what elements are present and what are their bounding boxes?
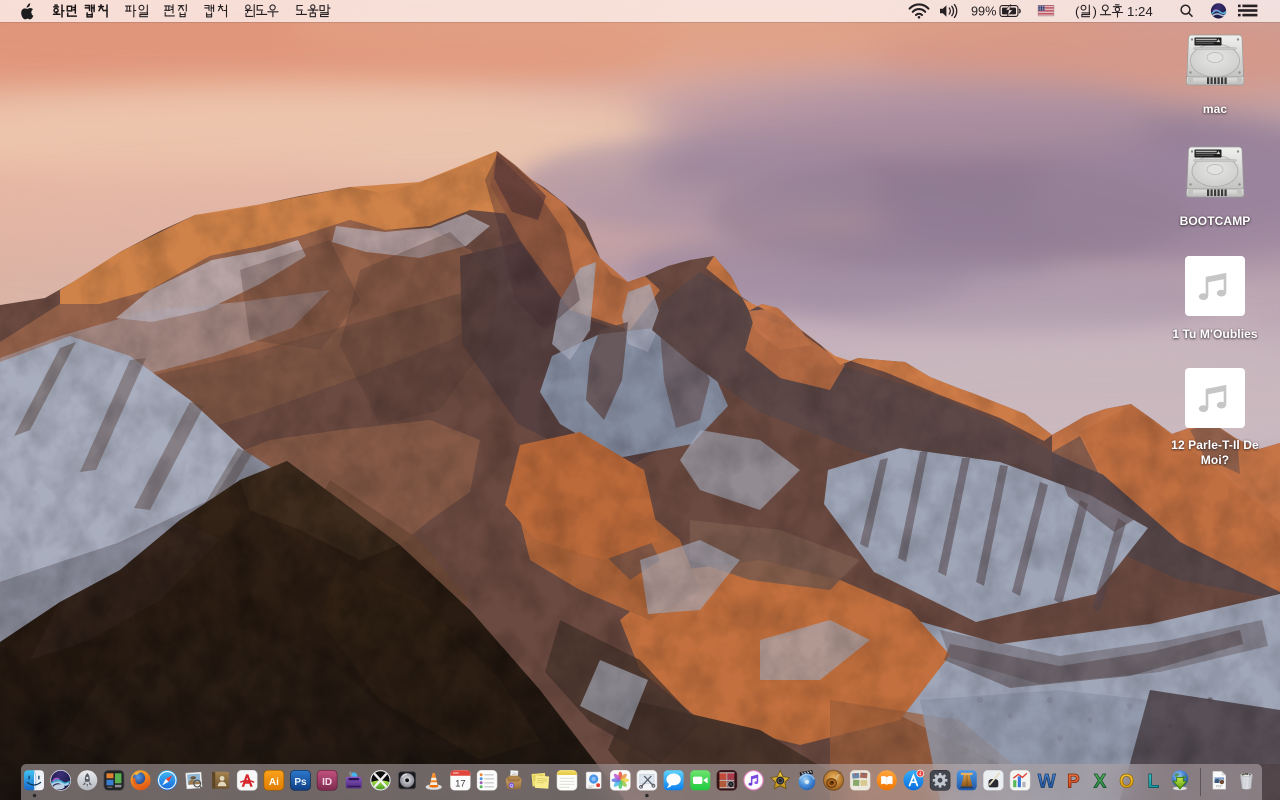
svg-text:17: 17 <box>455 778 466 789</box>
svg-text:X: X <box>1094 772 1107 793</box>
svg-text:ID: ID <box>322 777 332 788</box>
svg-text:O: O <box>1119 772 1134 793</box>
svg-text:Ps: Ps <box>294 777 307 788</box>
svg-text:W: W <box>1038 772 1056 793</box>
svg-text:PDF: PDF <box>1216 784 1223 788</box>
svg-text:Ai: Ai <box>269 777 279 788</box>
svg-text:Q: Q <box>510 783 514 788</box>
svg-text:L: L <box>1147 772 1159 793</box>
svg-text:4: 4 <box>919 771 922 777</box>
svg-text:P: P <box>1067 772 1080 793</box>
